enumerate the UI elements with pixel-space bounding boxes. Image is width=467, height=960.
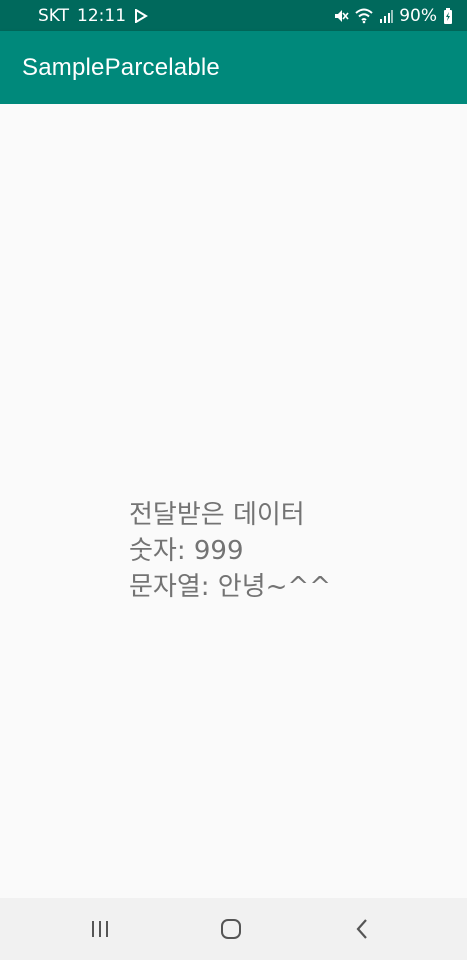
- home-icon[interactable]: [214, 912, 248, 946]
- app-bar: SampleParcelable: [0, 31, 467, 104]
- status-bar: SKT 12:11 90%: [0, 0, 467, 31]
- received-data-heading: 전달받은 데이터: [129, 500, 305, 530]
- play-store-icon: [134, 8, 148, 23]
- signal-icon: [379, 9, 394, 23]
- mute-icon: [333, 8, 349, 24]
- battery-percent: 90%: [399, 5, 437, 26]
- wifi-icon: [355, 8, 373, 24]
- clock: 12:11: [77, 5, 127, 26]
- back-icon[interactable]: [345, 912, 379, 946]
- carrier-label: SKT: [38, 5, 70, 26]
- string-line: 문자열: 안녕~^^: [129, 572, 331, 602]
- main-content: 전달받은 데이터 숫자: 999 문자열: 안녕~^^: [0, 104, 467, 898]
- status-left: SKT 12:11: [38, 6, 148, 26]
- battery-charging-icon: [443, 7, 453, 24]
- app-title: SampleParcelable: [22, 53, 220, 81]
- recent-apps-icon[interactable]: [83, 912, 117, 946]
- navigation-bar: [0, 898, 467, 960]
- status-right: 90%: [333, 6, 453, 26]
- number-line: 숫자: 999: [129, 536, 244, 566]
- received-data-text: 전달받은 데이터 숫자: 999 문자열: 안녕~^^: [129, 497, 331, 605]
